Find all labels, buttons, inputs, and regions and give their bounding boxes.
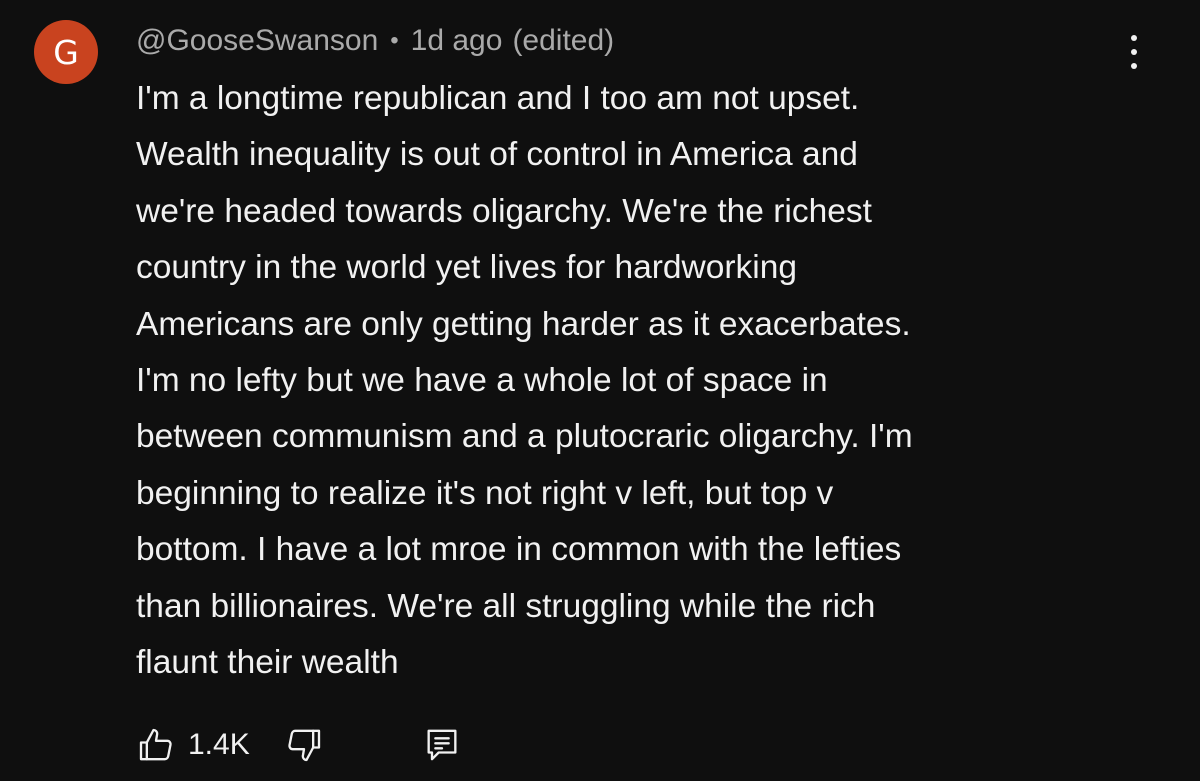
like-button[interactable] (134, 723, 178, 767)
avatar-letter: G (53, 32, 79, 72)
comment-time[interactable]: 1d ago (411, 19, 503, 63)
comment-actions: 1.4K (134, 720, 464, 770)
comment-text-line: flaunt their wealth (136, 644, 399, 682)
comment-text-line: we're headed towards oligarchy. We're th… (136, 192, 872, 230)
comment-text-line: Americans are only getting harder as it … (136, 305, 911, 343)
header-separator: • (390, 27, 399, 54)
comment-text: I'm a longtime republican and I too am n… (136, 71, 1176, 691)
comment-text-line: beginning to realize it's not right v le… (136, 474, 834, 512)
comment-text-line: I'm no lefty but we have a whole lot of … (136, 362, 828, 400)
comment-text-line: bottom. I have a lot mroe in common with… (136, 531, 902, 569)
like-count: 1.4K (188, 728, 250, 761)
dislike-button[interactable] (282, 723, 326, 767)
comment-text-line: I'm a longtime republican and I too am n… (136, 80, 860, 117)
comment-text-line: than billionaires. We're all struggling … (136, 587, 876, 625)
author-name[interactable]: @GooseSwanson (136, 19, 378, 63)
reply-button[interactable] (420, 723, 464, 767)
more-vert-icon (1131, 35, 1137, 69)
comment-text-line: Wealth inequality is out of control in A… (136, 136, 858, 174)
avatar[interactable]: G (34, 20, 98, 84)
thumbs-down-icon (288, 729, 320, 762)
comment-header: @GooseSwanson • 1d ago (edited) (136, 19, 614, 63)
comment-text-line: country in the world yet lives for hardw… (136, 249, 797, 287)
comment-icon (427, 729, 457, 761)
edited-label: (edited) (512, 24, 615, 57)
comment-text-line: between communism and a plutocraric olig… (136, 418, 913, 456)
thumbs-up-icon (139, 728, 172, 761)
comment-thread: G @GooseSwanson • 1d ago (edited) I'm a … (0, 0, 1200, 781)
more-options-button[interactable] (1114, 30, 1154, 74)
